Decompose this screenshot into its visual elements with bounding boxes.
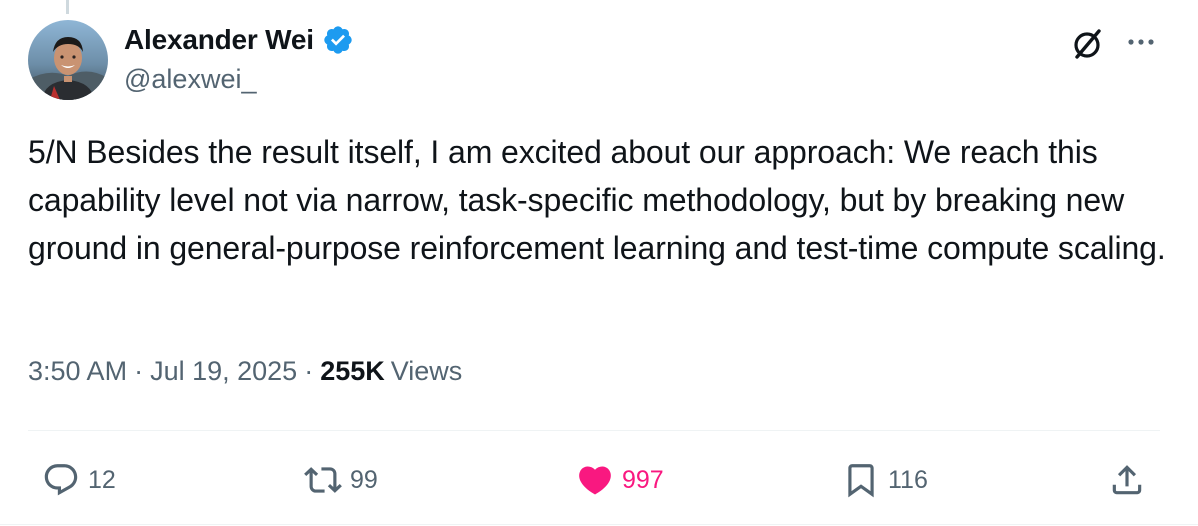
views-label: Views xyxy=(390,356,463,386)
bookmark-icon xyxy=(848,464,874,498)
heart-filled-icon xyxy=(579,466,611,495)
like-button[interactable]: 997 xyxy=(576,456,664,504)
ellipsis-icon[interactable] xyxy=(1122,24,1162,64)
verified-badge-icon[interactable] xyxy=(322,24,354,56)
bottom-divider xyxy=(0,524,1198,525)
divider xyxy=(28,430,1160,431)
avatar[interactable] xyxy=(28,20,108,100)
views-count: 255K xyxy=(320,356,385,386)
thread-connector-line xyxy=(66,0,69,14)
author-handle[interactable]: @alexwei_ xyxy=(124,64,256,95)
repost-button[interactable]: 99 xyxy=(304,456,378,504)
reply-button[interactable]: 12 xyxy=(42,456,116,504)
share-button[interactable] xyxy=(1108,456,1146,504)
grok-slash-circle-icon[interactable] xyxy=(1068,24,1108,64)
bookmark-count: 116 xyxy=(888,465,928,494)
tweet-time[interactable]: 3:50 AM xyxy=(28,356,127,387)
share-upload-icon xyxy=(1112,465,1142,495)
repost-arrows-icon xyxy=(304,467,342,493)
tweet-metadata: 3:50 AM · Jul 19, 2025 · 255K Views xyxy=(28,356,462,387)
bookmark-button[interactable]: 116 xyxy=(842,456,928,504)
separator-dot: · xyxy=(134,356,144,386)
like-count: 997 xyxy=(622,465,664,494)
separator-dot: · xyxy=(304,356,314,386)
tweet-date[interactable]: Jul 19, 2025 xyxy=(150,356,297,387)
speech-bubble-icon xyxy=(44,464,78,496)
repost-count: 99 xyxy=(350,465,378,494)
reply-count: 12 xyxy=(88,465,116,494)
author-name[interactable]: Alexander Wei xyxy=(124,24,314,56)
avatar-image xyxy=(28,20,108,100)
author-name-row[interactable]: Alexander Wei xyxy=(124,22,354,58)
tweet-text: 5/N Besides the result itself, I am exci… xyxy=(28,134,1166,266)
